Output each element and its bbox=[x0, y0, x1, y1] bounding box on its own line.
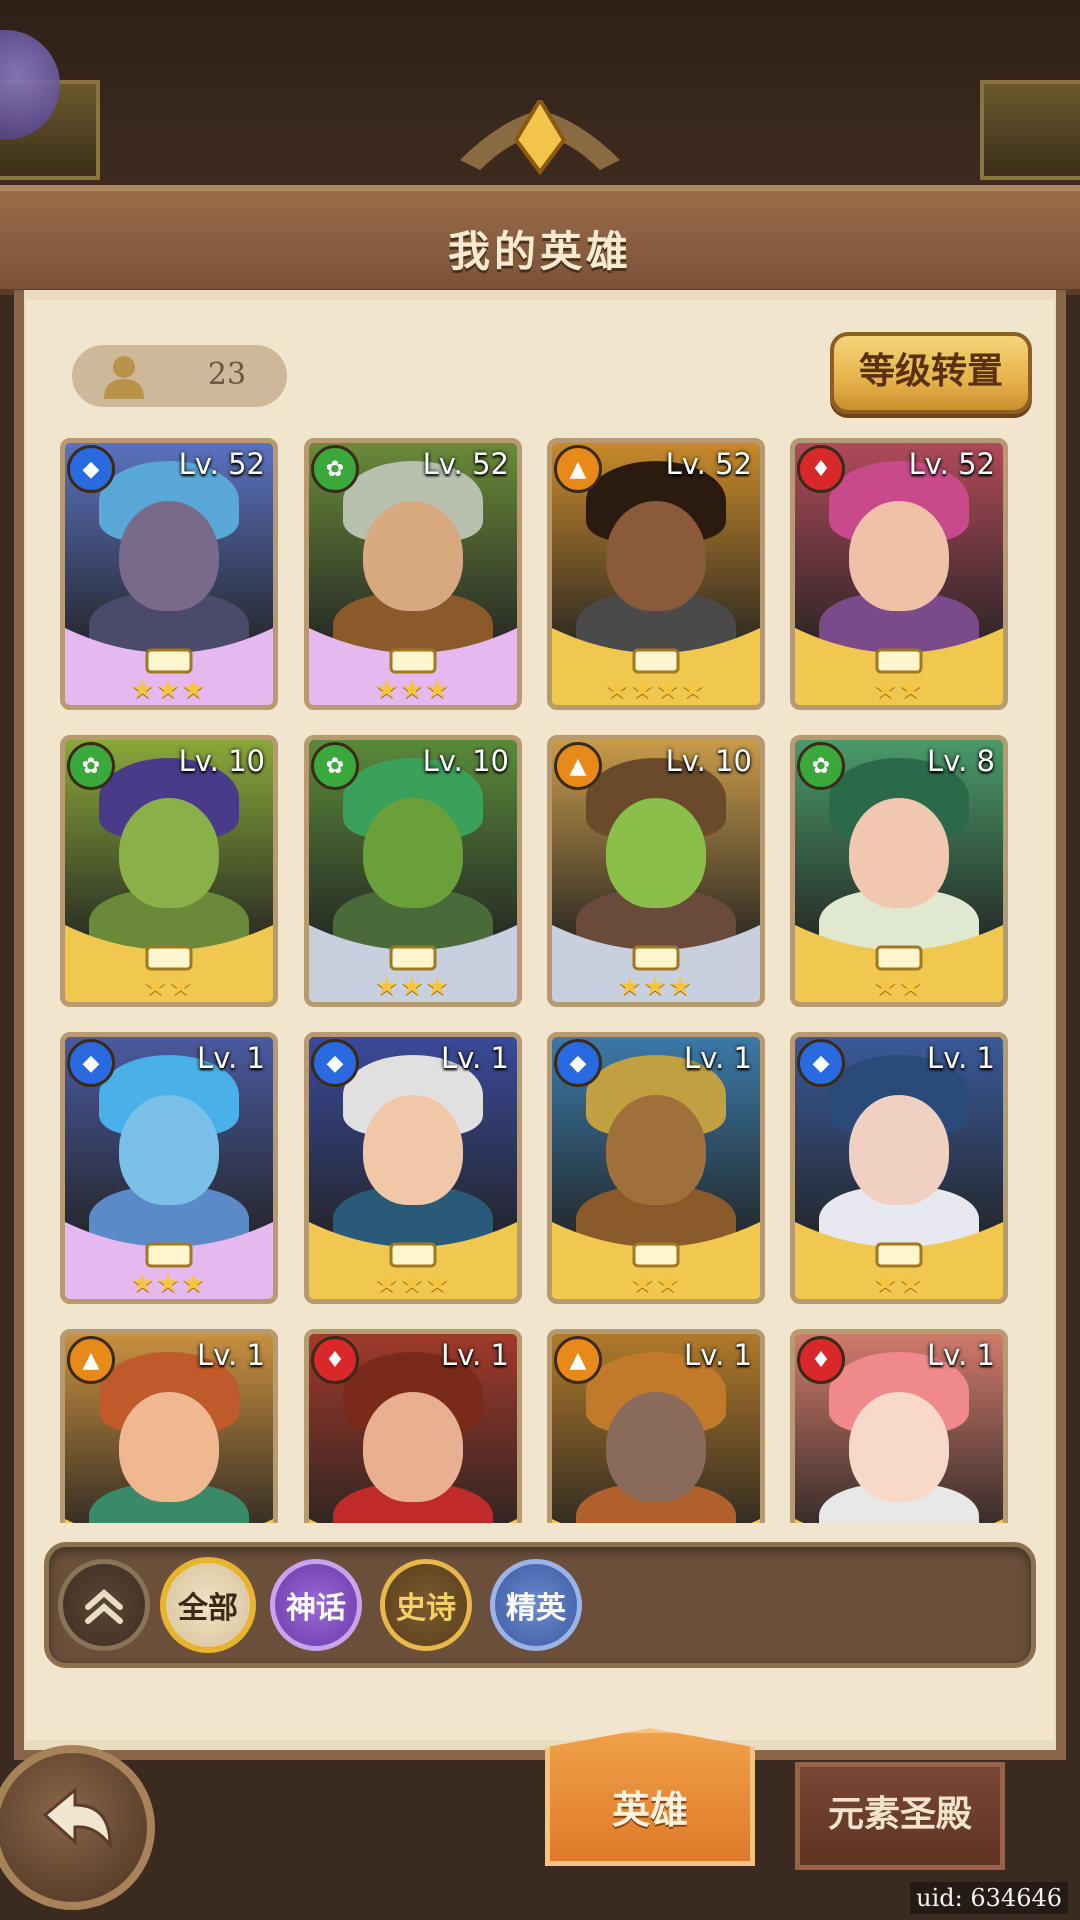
filter-elite-button[interactable]: 精英 bbox=[490, 1559, 582, 1651]
fire-element-icon: ▲ bbox=[554, 1336, 602, 1384]
hero-card[interactable]: Lv. 52 ▲ ★★★★ bbox=[547, 438, 765, 710]
nature-element-icon: ✿ bbox=[797, 742, 845, 790]
fire-element-icon: ▲ bbox=[554, 445, 602, 493]
hero-level: Lv. 52 bbox=[422, 447, 509, 481]
flame-element-icon: ♦ bbox=[797, 1336, 845, 1384]
hero-face bbox=[363, 501, 463, 611]
uid-label: uid: 634646 bbox=[910, 1882, 1068, 1914]
hero-level: Lv. 1 bbox=[927, 1338, 995, 1372]
hero-face bbox=[606, 1095, 706, 1205]
nature-element-icon: ✿ bbox=[311, 445, 359, 493]
hero-card[interactable]: Lv. 1 ▲ bbox=[547, 1329, 765, 1523]
page-title: 我的英雄 bbox=[447, 227, 632, 276]
hero-face bbox=[119, 1095, 219, 1205]
hero-level: Lv. 1 bbox=[441, 1041, 509, 1075]
hero-face bbox=[606, 1392, 706, 1502]
hero-level: Lv. 1 bbox=[441, 1338, 509, 1372]
hero-level: Lv. 1 bbox=[197, 1338, 265, 1372]
level-reset-button[interactable]: 等级转置 bbox=[830, 332, 1032, 414]
flame-element-icon: ♦ bbox=[311, 1336, 359, 1384]
hero-card[interactable]: Lv. 1 ◆ ★★ bbox=[790, 1032, 1008, 1304]
flame-element-icon: ♦ bbox=[797, 445, 845, 493]
right-pillar-decoration bbox=[980, 80, 1080, 180]
crown-ornament-icon bbox=[460, 100, 620, 176]
rarity-frame bbox=[795, 1519, 1003, 1523]
filter-all-button[interactable]: 全部 bbox=[160, 1557, 256, 1653]
hero-level: Lv. 52 bbox=[908, 447, 995, 481]
water-element-icon: ◆ bbox=[67, 445, 115, 493]
hero-stars: ★★ bbox=[873, 675, 925, 705]
hero-face bbox=[606, 798, 706, 908]
hero-level: Lv. 1 bbox=[197, 1041, 265, 1075]
hero-count-value: 23 bbox=[207, 357, 247, 392]
hero-level: Lv. 52 bbox=[665, 447, 752, 481]
hero-level: Lv. 10 bbox=[178, 744, 265, 778]
hero-stars: ★★★ bbox=[375, 675, 451, 705]
hero-card[interactable]: Lv. 10 ▲ ★★★ bbox=[547, 735, 765, 1007]
rarity-frame bbox=[309, 1519, 517, 1523]
tab-heroes[interactable]: 英雄 bbox=[545, 1728, 755, 1866]
hero-stars: ★★ bbox=[143, 972, 195, 1002]
hero-level: Lv. 10 bbox=[422, 744, 509, 778]
hero-card[interactable]: Lv. 52 ✿ ★★★ bbox=[304, 438, 522, 710]
nature-element-icon: ✿ bbox=[67, 742, 115, 790]
hero-face bbox=[119, 798, 219, 908]
hero-level: Lv. 1 bbox=[684, 1041, 752, 1075]
rarity-frame bbox=[552, 1519, 760, 1523]
double-chevron-up-icon bbox=[85, 1589, 123, 1624]
hero-card[interactable]: Lv. 1 ◆ ★★★ bbox=[60, 1032, 278, 1304]
hero-face bbox=[119, 501, 219, 611]
hero-stars: ★★ bbox=[873, 972, 925, 1002]
hero-count-pill: 23 bbox=[72, 345, 287, 407]
water-element-icon: ◆ bbox=[67, 1039, 115, 1087]
hero-card[interactable]: Lv. 8 ✿ ★★ bbox=[790, 735, 1008, 1007]
hero-face bbox=[849, 1095, 949, 1205]
hero-level: Lv. 1 bbox=[684, 1338, 752, 1372]
hero-stars: ★★★ bbox=[375, 1269, 451, 1299]
water-element-icon: ◆ bbox=[797, 1039, 845, 1087]
nature-element-icon: ✿ bbox=[311, 742, 359, 790]
water-element-icon: ◆ bbox=[311, 1039, 359, 1087]
hero-card[interactable]: Lv. 52 ◆ ★★★ bbox=[60, 438, 278, 710]
hero-card[interactable]: Lv. 1 ◆ ★★★ bbox=[304, 1032, 522, 1304]
hero-level: Lv. 10 bbox=[665, 744, 752, 778]
water-element-icon: ◆ bbox=[554, 1039, 602, 1087]
hero-card[interactable]: Lv. 1 ♦ bbox=[790, 1329, 1008, 1523]
hero-face bbox=[363, 1095, 463, 1205]
hero-face bbox=[119, 1392, 219, 1502]
hero-level: Lv. 8 bbox=[927, 744, 995, 778]
hero-level: Lv. 52 bbox=[178, 447, 265, 481]
person-icon bbox=[104, 356, 144, 399]
filter-mythic-button[interactable]: 神话 bbox=[270, 1559, 362, 1651]
filter-epic-button[interactable]: 史诗 bbox=[380, 1559, 472, 1651]
back-button[interactable] bbox=[0, 1745, 155, 1910]
hero-face bbox=[849, 798, 949, 908]
rarity-frame bbox=[65, 1519, 273, 1523]
hero-card[interactable]: Lv. 1 ▲ bbox=[60, 1329, 278, 1523]
fire-element-icon: ▲ bbox=[554, 742, 602, 790]
hero-card[interactable]: Lv. 10 ✿ ★★★ bbox=[304, 735, 522, 1007]
hero-stars: ★★★ bbox=[618, 972, 694, 1002]
hero-level: Lv. 1 bbox=[927, 1041, 995, 1075]
hero-grid[interactable]: Lv. 52 ◆ ★★★ Lv. 52 ✿ ★★★ Lv. 52 ▲ ★★★★ Lv. 52 ♦ ★★… bbox=[60, 438, 1020, 1523]
hero-stars: ★★★ bbox=[131, 1269, 207, 1299]
hero-card[interactable]: Lv. 1 ◆ ★★ bbox=[547, 1032, 765, 1304]
fire-element-icon: ▲ bbox=[67, 1336, 115, 1384]
hero-card[interactable]: Lv. 52 ♦ ★★ bbox=[790, 438, 1008, 710]
tab-elemental-temple[interactable]: 元素圣殿 bbox=[795, 1762, 1005, 1870]
hero-stars: ★★★★ bbox=[605, 675, 707, 705]
hero-face bbox=[849, 501, 949, 611]
hero-card[interactable]: Lv. 10 ✿ ★★ bbox=[60, 735, 278, 1007]
collapse-button[interactable] bbox=[58, 1559, 150, 1651]
hero-face bbox=[363, 798, 463, 908]
hero-face bbox=[606, 501, 706, 611]
hero-face bbox=[849, 1392, 949, 1502]
hero-stars: ★★★ bbox=[131, 675, 207, 705]
hero-stars: ★★ bbox=[873, 1269, 925, 1299]
back-arrow-icon bbox=[42, 1786, 112, 1850]
hero-face bbox=[363, 1392, 463, 1502]
hero-card[interactable]: Lv. 1 ♦ bbox=[304, 1329, 522, 1523]
hero-stars: ★★ bbox=[630, 1269, 682, 1299]
hero-stars: ★★★ bbox=[375, 972, 451, 1002]
